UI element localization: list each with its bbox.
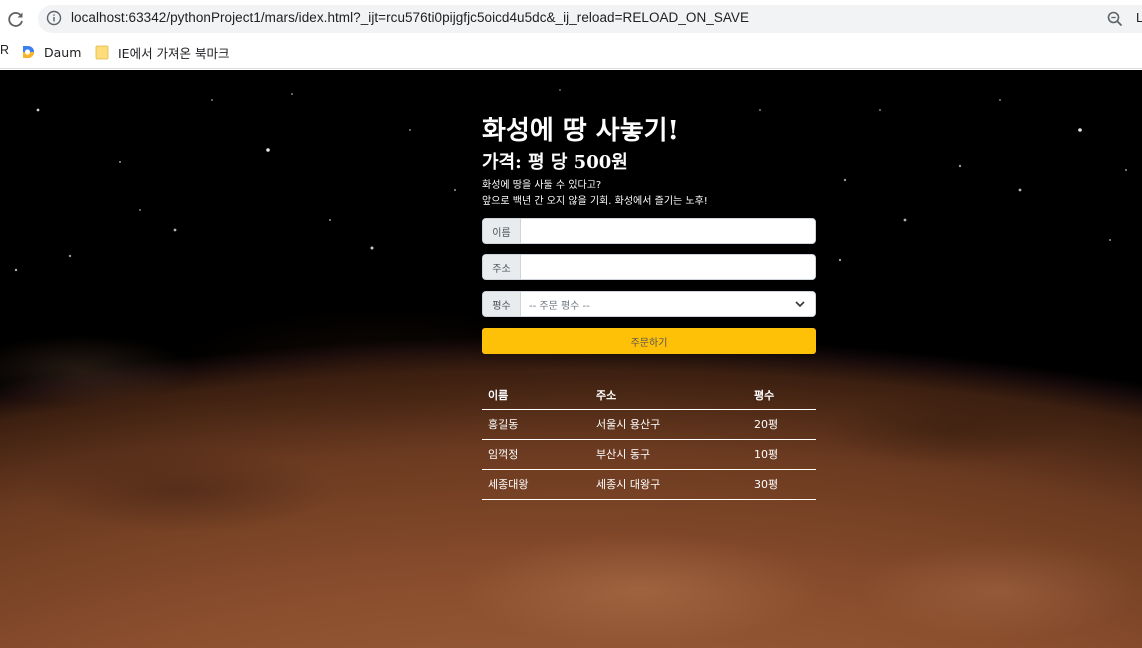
cell-size: 20평: [748, 409, 816, 440]
url-text[interactable]: localhost:63342/pythonProject1/mars/idex…: [71, 10, 749, 25]
bookmark-daum[interactable]: Daum: [20, 43, 81, 61]
info-icon[interactable]: [46, 10, 62, 26]
cell-address: 세종시 대왕구: [590, 469, 748, 500]
size-select[interactable]: -- 주문 평수 --: [521, 292, 815, 316]
bookmarks-bar: R Daum IE에서 가져온 북마크: [0, 38, 1142, 69]
cell-name: 세종대왕: [482, 469, 590, 500]
daum-logo: [23, 46, 34, 58]
address-field-group: 주소: [482, 254, 816, 280]
header-address: 주소: [590, 382, 748, 410]
size-field-group: 평수 -- 주문 평수 --: [482, 291, 816, 317]
browser-toolbar: localhost:63342/pythonProject1/mars/idex…: [0, 0, 1142, 38]
price-subtitle: 가격: 평 당 500원: [482, 152, 628, 173]
description-line-2: 앞으로 백년 간 오지 않을 기회. 화성에서 즐기는 노후!: [482, 196, 708, 207]
page-title: 화성에 땅 사놓기!: [482, 116, 679, 146]
cell-size: 30평: [748, 469, 816, 500]
table-header-row: 이름 주소 평수: [482, 382, 816, 410]
orders-table: 이름 주소 평수 홍길동 서울시 용산구 20평 임꺽정 부산시 동구 10평 …: [482, 382, 816, 500]
zoom-icon[interactable]: [1106, 10, 1124, 28]
toolbar-edge-glyph: L: [1136, 10, 1142, 25]
cell-size: 10평: [748, 439, 816, 470]
address-label: 주소: [483, 255, 521, 279]
address-input[interactable]: [521, 255, 815, 279]
folder-icon: [95, 45, 109, 60]
bookmark-folder[interactable]: IE에서 가져온 북마크: [95, 43, 230, 61]
name-label: 이름: [483, 219, 521, 243]
cell-name: 임꺽정: [482, 439, 590, 470]
bookmark-daum-label: Daum: [44, 44, 82, 60]
bookmark-folder-label: IE에서 가져온 북마크: [118, 45, 230, 61]
table-row: 홍길동 서울시 용산구 20평: [482, 409, 816, 440]
name-field-group: 이름: [482, 218, 816, 244]
table-row: 세종대왕 세종시 대왕구 30평: [482, 469, 816, 500]
size-select-placeholder: -- 주문 평수 --: [529, 300, 590, 312]
name-input[interactable]: [521, 219, 815, 243]
header-name: 이름: [482, 382, 590, 410]
bookmark-cut-label[interactable]: R: [0, 43, 9, 57]
header-size: 평수: [748, 382, 816, 410]
cell-name: 홍길동: [482, 409, 590, 440]
description-line-1: 화성에 땅을 사둘 수 있다고?: [482, 180, 602, 191]
cell-address: 서울시 용산구: [590, 409, 748, 440]
mars-background: 화성에 땅 사놓기! 가격: 평 당 500원 화성에 땅을 사둘 수 있다고?…: [0, 70, 1142, 648]
order-button[interactable]: 주문하기: [482, 328, 816, 354]
cell-address: 부산시 동구: [590, 439, 748, 470]
size-label: 평수: [483, 292, 521, 316]
reload-icon[interactable]: [6, 9, 26, 29]
chevron-down-icon: [795, 301, 805, 308]
table-row: 임꺽정 부산시 동구 10평: [482, 439, 816, 470]
